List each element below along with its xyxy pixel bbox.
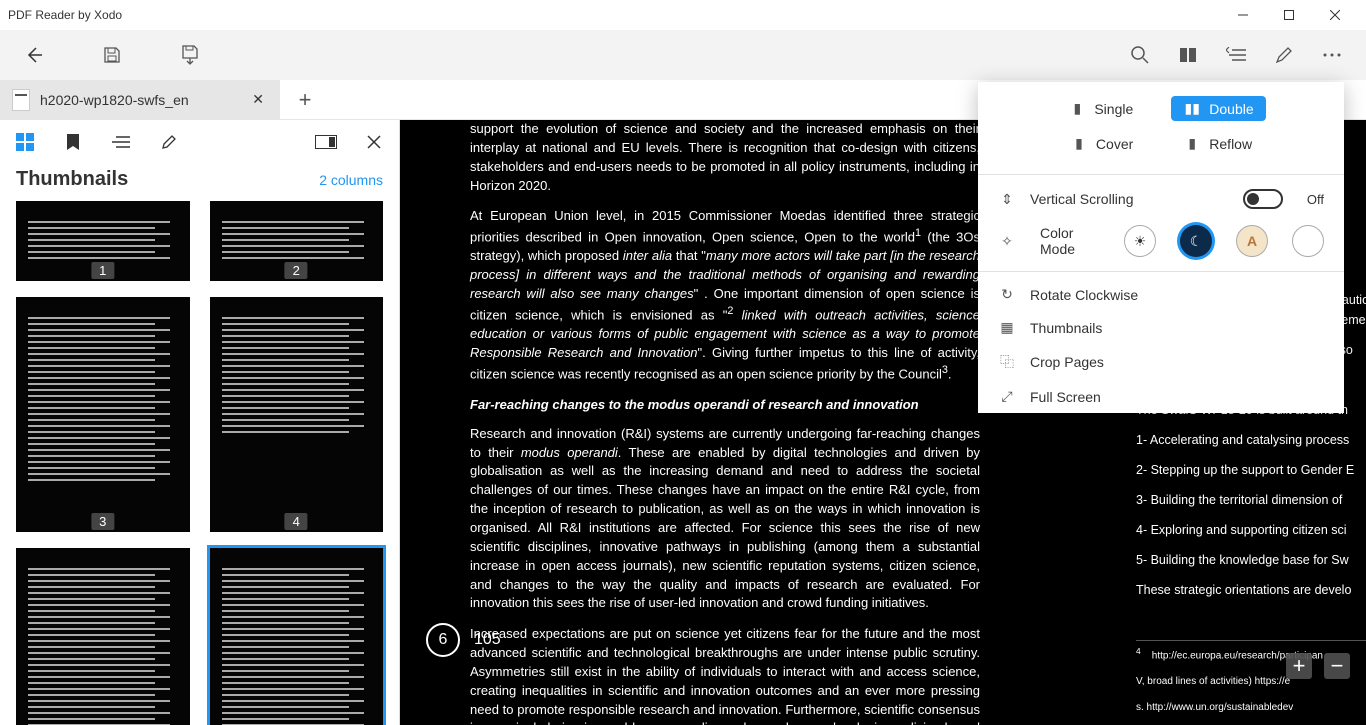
- color-light[interactable]: ☀: [1124, 225, 1156, 257]
- grid-icon: ▦: [998, 319, 1016, 336]
- layout-single[interactable]: ▮Single: [1056, 96, 1145, 121]
- panel-layout-button[interactable]: [311, 127, 341, 157]
- save-button[interactable]: [88, 31, 136, 79]
- vscroll-toggle[interactable]: [1243, 189, 1283, 209]
- view-settings-popup: ▮Single ▮▮Double ▮Cover ▮Reflow ⇕ Vertic…: [978, 82, 1344, 413]
- thumbnail-page-4[interactable]: 4: [210, 297, 384, 532]
- crop-icon: ⿻: [998, 352, 1016, 372]
- edit-panel-button[interactable]: [154, 127, 184, 157]
- page-left: support the evolution of science and soc…: [420, 120, 1000, 725]
- full-screen[interactable]: ⤢Full Screen: [978, 380, 1344, 413]
- current-page[interactable]: 6: [426, 623, 460, 657]
- color-dark[interactable]: ☾: [1180, 225, 1212, 257]
- maximize-button[interactable]: [1266, 0, 1312, 30]
- close-panel-button[interactable]: [359, 127, 389, 157]
- main-toolbar: [0, 30, 1366, 80]
- zoom-out-button[interactable]: −: [1324, 653, 1350, 679]
- titlebar: PDF Reader by Xodo: [0, 0, 1366, 30]
- app-title: PDF Reader by Xodo: [8, 8, 122, 22]
- vscroll-icon: ⇕: [998, 191, 1016, 208]
- bookmark-panel-button[interactable]: [58, 127, 88, 157]
- rotate-icon: ↻: [998, 286, 1016, 303]
- fullscreen-icon: ⤢: [998, 388, 1016, 405]
- layout-double[interactable]: ▮▮Double: [1171, 96, 1265, 121]
- thumbnails-title: Thumbnails: [16, 168, 128, 191]
- thumbnails-panel: Thumbnails 2 columns 1 2 3 4 5 6: [0, 120, 400, 725]
- vertical-scrolling-row[interactable]: ⇕ Vertical Scrolling Off: [978, 181, 1344, 217]
- document-tab[interactable]: h2020-wp1820-swfs_en ✕: [0, 80, 280, 119]
- layout-reflow[interactable]: ▮Reflow: [1171, 131, 1264, 156]
- minimize-button[interactable]: [1220, 0, 1266, 30]
- thumbnail-page-3[interactable]: 3: [16, 297, 190, 532]
- tab-label: h2020-wp1820-swfs_en: [40, 92, 189, 108]
- grid-view-button[interactable]: [10, 127, 40, 157]
- zoom-in-button[interactable]: +: [1286, 653, 1312, 679]
- outline-panel-button[interactable]: [106, 127, 136, 157]
- thumbnails-columns[interactable]: 2 columns: [319, 172, 383, 188]
- search-button[interactable]: [1116, 31, 1164, 79]
- tab-close-button[interactable]: ✕: [248, 91, 268, 108]
- page-indicator: 6 105: [426, 623, 501, 657]
- bookmark-view-button[interactable]: [1164, 31, 1212, 79]
- color-mode-row: ✧ Color Mode ☀ ☾ A: [978, 217, 1344, 265]
- thumbnail-page-2[interactable]: 2: [210, 201, 384, 281]
- total-pages: 105: [474, 631, 501, 649]
- close-button[interactable]: [1312, 0, 1358, 30]
- color-sepia[interactable]: A: [1236, 225, 1268, 257]
- crop-pages[interactable]: ⿻Crop Pages: [978, 344, 1344, 380]
- color-none[interactable]: [1292, 225, 1324, 257]
- zoom-controls: + −: [1286, 653, 1350, 679]
- layout-cover[interactable]: ▮Cover: [1058, 131, 1145, 156]
- thumbnail-page-1[interactable]: 1: [16, 201, 190, 281]
- thumbnail-page-5[interactable]: 5: [16, 548, 190, 725]
- new-tab-button[interactable]: +: [280, 80, 330, 119]
- thumbnail-page-6[interactable]: 6: [210, 548, 384, 725]
- open-thumbnails[interactable]: ▦Thumbnails: [978, 311, 1344, 344]
- rotate-clockwise[interactable]: ↻Rotate Clockwise: [978, 278, 1344, 311]
- more-button[interactable]: [1308, 31, 1356, 79]
- view-settings-button[interactable]: [1212, 31, 1260, 79]
- thumbnails-grid: 1 2 3 4 5 6: [0, 201, 399, 725]
- save-download-button[interactable]: [166, 31, 214, 79]
- document-icon: [12, 89, 30, 111]
- thumbnails-toolbar: [0, 120, 399, 164]
- back-button[interactable]: [10, 31, 58, 79]
- annotate-button[interactable]: [1260, 31, 1308, 79]
- palette-icon: ✧: [998, 233, 1016, 250]
